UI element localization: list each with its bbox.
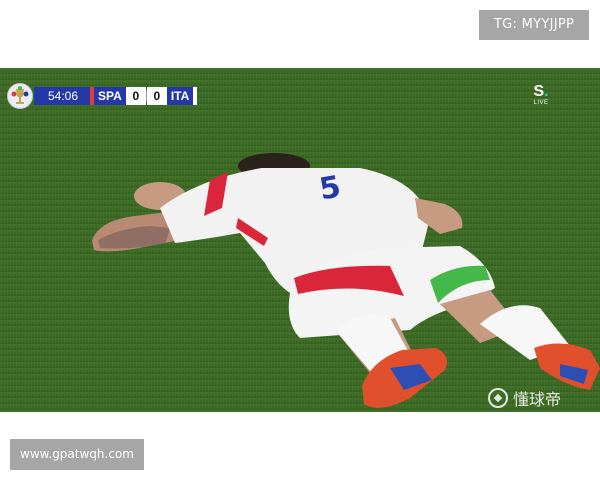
away-score: 0 — [146, 87, 167, 105]
broadcaster-mark: S — [533, 83, 545, 100]
watermark-tag-top: TG: MYYJJPP — [479, 10, 589, 40]
match-photo: 5 54:06 SPA 0 0 ITA S. LIVE 懂球帝 — [0, 68, 600, 412]
broadcaster-sub: LIVE — [533, 100, 549, 106]
match-clock: 54:06 — [34, 87, 91, 105]
football-icon — [488, 388, 508, 408]
watermark-url-bottom: www.gpatwqh.com — [10, 439, 144, 470]
scoreboard: 54:06 SPA 0 0 ITA — [8, 84, 198, 108]
broadcaster-logo: S. LIVE — [527, 84, 555, 107]
home-team: SPA — [94, 87, 126, 105]
source-watermark-text: 懂球帝 — [513, 390, 562, 409]
away-team: ITA — [166, 87, 194, 105]
player-lying-on-pitch-illustration: 5 — [0, 68, 600, 412]
source-watermark: 懂球帝 — [488, 386, 561, 410]
tournament-trophy-icon — [8, 84, 32, 108]
home-score: 0 — [125, 87, 146, 105]
